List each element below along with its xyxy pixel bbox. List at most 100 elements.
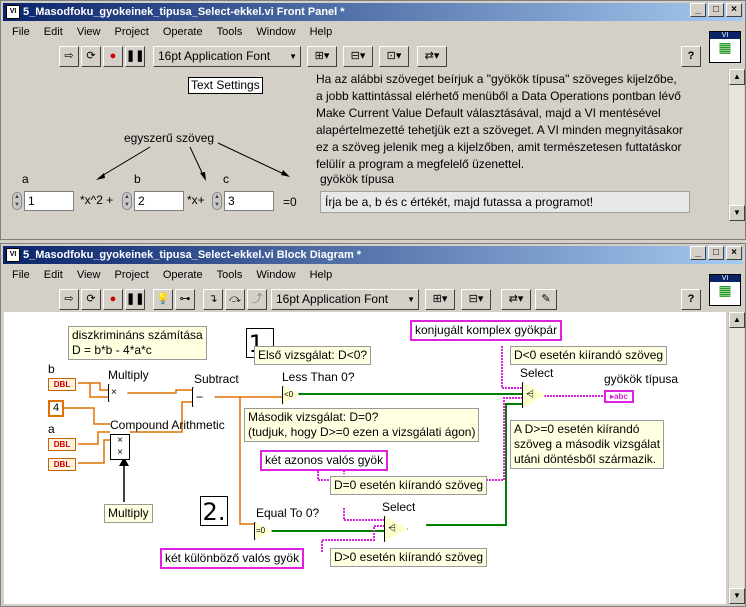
- abort-icon[interactable]: ●: [103, 289, 123, 310]
- align-objects-icon[interactable]: ⊞▾: [425, 289, 455, 310]
- c-dbl-terminal[interactable]: DBL: [48, 458, 76, 471]
- step-into-icon[interactable]: ↴: [203, 289, 223, 310]
- x-text: *x+: [187, 193, 205, 207]
- menu-project[interactable]: Project: [115, 269, 149, 281]
- step-over-icon[interactable]: ⤼: [225, 289, 245, 310]
- c-spin-arrows[interactable]: ▲ ▼: [212, 192, 222, 210]
- block-diagram-canvas: diszkrimináns számítása D = b*b - 4*a*c …: [4, 312, 726, 604]
- block-diagram-title: 5_Masodfoku_gyokeinek_tipusa_Select-ekke…: [23, 249, 362, 261]
- two-equal-roots-constant[interactable]: két azonos valós gyök: [260, 450, 389, 471]
- block-diagram-titlebar[interactable]: VI 5_Masodfoku_gyokeinek_tipusa_Select-e…: [3, 246, 743, 264]
- select-label: Select: [520, 366, 554, 380]
- reorder-icon[interactable]: ⇄▾: [501, 289, 531, 310]
- font-selector-label: 16pt Application Font: [276, 292, 389, 306]
- root-type-string-terminal[interactable]: ▸abc: [604, 390, 634, 403]
- close-button[interactable]: ×: [726, 246, 742, 260]
- root-type-terminal-label: gyökök típusa: [604, 372, 679, 386]
- two-distinct-roots-constant[interactable]: két különböző valós gyök: [160, 548, 305, 569]
- scroll-down-icon[interactable]: ▼: [729, 205, 745, 221]
- front-panel-scrollbar[interactable]: ▲ ▼: [728, 69, 745, 221]
- b-value[interactable]: 2: [134, 191, 184, 211]
- scroll-down-icon[interactable]: ▼: [729, 588, 745, 604]
- c-numeric-control[interactable]: ▲ ▼ 3: [212, 191, 274, 211]
- block-diagram-scrollbar[interactable]: ▲ ▼: [728, 312, 745, 604]
- distribute-objects-icon[interactable]: ⊟▾: [461, 289, 491, 310]
- font-selector[interactable]: 16pt Application Font ▼: [153, 46, 301, 67]
- x2-text: *x^2 +: [80, 193, 114, 207]
- help-icon[interactable]: ?: [681, 289, 701, 310]
- c-label: c: [223, 172, 229, 186]
- align-objects-icon[interactable]: ⊞▾: [307, 46, 337, 67]
- minimize-button[interactable]: _: [690, 3, 706, 17]
- resize-objects-icon[interactable]: ⊡▾: [379, 46, 409, 67]
- minimize-button[interactable]: _: [690, 246, 706, 260]
- menu-window[interactable]: Window: [256, 26, 295, 38]
- front-panel-toolbar: ⇨ ⟳ ● ❚❚ 16pt Application Font ▼ ⊞▾ ⊟▾ ⊡…: [3, 43, 703, 69]
- run-arrow-icon[interactable]: ⇨: [59, 46, 79, 67]
- b-dbl-terminal[interactable]: DBL: [48, 378, 76, 391]
- complex-pair-constant[interactable]: konjugált komplex gyökpár: [410, 320, 563, 341]
- root-type-label: gyökök típusa: [320, 172, 395, 186]
- scroll-up-icon[interactable]: ▲: [729, 69, 745, 85]
- maximize-button[interactable]: □: [708, 3, 724, 17]
- menu-tools[interactable]: Tools: [217, 269, 243, 281]
- root-type-indicator[interactable]: Írja be a, b és c értékét, majd futassa …: [320, 191, 690, 213]
- d-gt0-note: D>0 esetén kiírandó szöveg: [330, 548, 488, 567]
- chevron-down-icon: ▼: [407, 295, 415, 304]
- menu-edit[interactable]: Edit: [44, 269, 63, 281]
- vi-app-icon: VI: [6, 5, 20, 19]
- c-value[interactable]: 3: [224, 191, 274, 211]
- vi-connector-icon[interactable]: VI ▦: [709, 274, 741, 306]
- const-4[interactable]: 4: [48, 400, 64, 417]
- discriminant-note: diszkrimináns számítása D = b*b - 4*a*c: [68, 326, 207, 360]
- step-out-icon[interactable]: ⤴: [247, 289, 267, 310]
- a-numeric-control[interactable]: ▲ ▼ 1: [12, 191, 74, 211]
- run-continuous-icon[interactable]: ⟳: [81, 46, 101, 67]
- abort-icon[interactable]: ●: [103, 46, 123, 67]
- vi-connector-icon[interactable]: VI ▦: [709, 31, 741, 63]
- cleanup-diagram-icon[interactable]: ✎: [535, 289, 557, 310]
- menu-tools[interactable]: Tools: [217, 26, 243, 38]
- pause-icon[interactable]: ❚❚: [125, 46, 145, 67]
- menu-edit[interactable]: Edit: [44, 26, 63, 38]
- d-lt0-note: D<0 esetén kiírandó szöveg: [510, 346, 668, 365]
- menu-file[interactable]: File: [12, 269, 30, 281]
- front-panel-titlebar[interactable]: VI 5_Masodfoku_gyokeinek_tipusa_Select-e…: [3, 3, 743, 21]
- run-continuous-icon[interactable]: ⟳: [81, 289, 101, 310]
- block-diagram-menubar: File Edit View Project Operate Tools Win…: [3, 266, 334, 284]
- multiply-note: Multiply: [104, 504, 153, 523]
- select-label-2: Select: [382, 500, 416, 514]
- b-numeric-control[interactable]: ▲ ▼ 2: [122, 191, 184, 211]
- menu-operate[interactable]: Operate: [163, 269, 203, 281]
- a-value[interactable]: 1: [24, 191, 74, 211]
- retain-wire-values-icon[interactable]: ⊶: [175, 289, 195, 310]
- maximize-button[interactable]: □: [708, 246, 724, 260]
- highlight-execution-icon[interactable]: 💡: [153, 289, 173, 310]
- scroll-up-icon[interactable]: ▲: [729, 312, 745, 328]
- help-icon[interactable]: ?: [681, 46, 701, 67]
- run-arrow-icon[interactable]: ⇨: [59, 289, 79, 310]
- compound-arithmetic-node[interactable]: × ×: [110, 434, 130, 460]
- reorder-icon[interactable]: ⇄▾: [417, 46, 447, 67]
- menu-window[interactable]: Window: [256, 269, 295, 281]
- a-spin-arrows[interactable]: ▲ ▼: [12, 192, 22, 210]
- menu-view[interactable]: View: [77, 269, 101, 281]
- menu-view[interactable]: View: [77, 26, 101, 38]
- menu-help[interactable]: Help: [310, 269, 333, 281]
- close-button[interactable]: ×: [726, 3, 742, 17]
- menu-project[interactable]: Project: [115, 26, 149, 38]
- menu-help[interactable]: Help: [310, 26, 333, 38]
- step2-number: 2.: [200, 496, 228, 526]
- distribute-objects-icon[interactable]: ⊟▾: [343, 46, 373, 67]
- vi-app-icon: VI: [6, 248, 20, 262]
- font-selector[interactable]: 16pt Application Font ▼: [271, 289, 419, 310]
- a-terminal-label: a: [48, 422, 55, 436]
- a-dbl-terminal[interactable]: DBL: [48, 438, 76, 451]
- multiply-label: Multiply: [108, 368, 149, 382]
- pause-icon[interactable]: ❚❚: [125, 289, 145, 310]
- equal-to-label: Equal To 0?: [256, 506, 320, 520]
- menu-operate[interactable]: Operate: [163, 26, 203, 38]
- b-spin-arrows[interactable]: ▲ ▼: [122, 192, 132, 210]
- menu-file[interactable]: File: [12, 26, 30, 38]
- a-label: a: [22, 172, 29, 186]
